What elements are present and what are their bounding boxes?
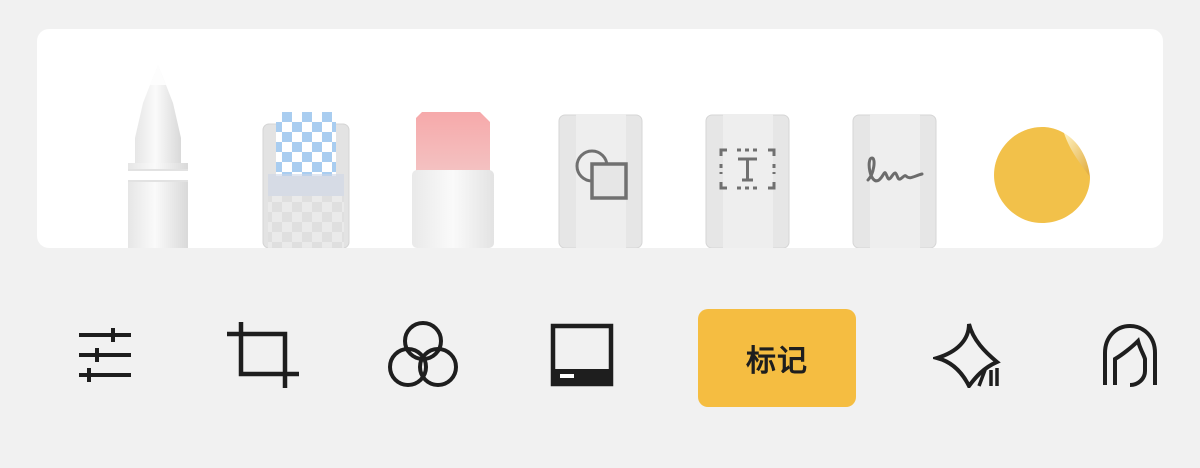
portrait-button[interactable] (1075, 300, 1185, 410)
markup-tool-panel (37, 29, 1163, 248)
portrait-icon (1103, 323, 1157, 387)
shapes-tool[interactable] (558, 114, 643, 248)
pencil-tool[interactable] (125, 63, 191, 248)
markup-button[interactable]: 标记 (698, 309, 856, 407)
adjust-button[interactable] (50, 300, 160, 410)
pencil-icon (128, 65, 188, 248)
sliders-icon (79, 328, 131, 382)
shapes-icon (558, 114, 643, 248)
crop-button[interactable] (208, 300, 318, 410)
pixel-eraser-tool[interactable] (262, 112, 350, 248)
sticker-tool[interactable] (992, 125, 1092, 225)
ai-enhance-button[interactable] (913, 300, 1023, 410)
ai-sparkle-icon (933, 323, 1001, 388)
filters-button[interactable] (368, 300, 478, 410)
frame-button[interactable] (527, 300, 637, 410)
signature-icon (852, 114, 937, 248)
eraser-tool[interactable] (412, 112, 494, 248)
text-box-icon (705, 114, 790, 248)
eraser-icon (412, 112, 494, 248)
text-tool[interactable] (705, 114, 790, 248)
frame-icon (550, 323, 614, 387)
signature-tool[interactable] (852, 114, 937, 248)
crop-icon (227, 322, 299, 388)
sticker-icon (994, 127, 1090, 223)
pixel-eraser-icon (262, 112, 350, 248)
edit-toolbar (0, 300, 1200, 410)
filter-circles-icon (388, 321, 458, 387)
